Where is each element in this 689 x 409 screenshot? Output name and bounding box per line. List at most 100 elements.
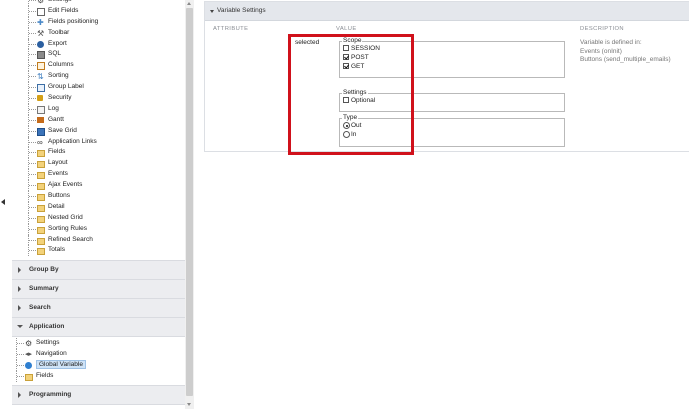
tree-item-label: Nested Grid <box>48 213 83 221</box>
tree-connector <box>28 5 37 17</box>
folder-icon <box>37 150 45 158</box>
tree-connector <box>28 201 37 213</box>
tree-item[interactable]: Fields <box>14 370 184 382</box>
chevron-right-icon <box>18 267 21 273</box>
folder-icon <box>37 248 45 256</box>
section-summary[interactable]: Summary <box>12 279 185 299</box>
tree-item[interactable]: Fields <box>26 147 186 159</box>
tree-connector <box>28 223 37 235</box>
tree-item[interactable]: Gantt <box>26 114 186 126</box>
folder-icon <box>25 373 33 381</box>
scroll-down-icon[interactable] <box>187 403 191 406</box>
tree-connector <box>28 103 37 115</box>
folder-icon <box>37 172 45 180</box>
tree-item-label: Save Grid <box>48 126 77 134</box>
tree-item[interactable]: Layout <box>26 158 186 170</box>
tree-item[interactable]: Export <box>26 38 186 50</box>
tree-item[interactable]: Events <box>26 169 186 181</box>
section-title: Group By <box>29 266 59 273</box>
tree-item-label: Settings <box>36 339 60 346</box>
tree-item[interactable]: Security <box>26 93 186 104</box>
description-line: Events (onInit) <box>580 47 622 55</box>
tree-connector <box>28 114 37 126</box>
edit-icon <box>37 7 45 16</box>
tree-item[interactable]: Detail <box>26 201 186 213</box>
tree-item-label: Toolbar <box>48 28 70 36</box>
scrollbar-thumb[interactable] <box>186 8 193 396</box>
tree-connector <box>16 359 25 371</box>
tree-item[interactable]: Group Label <box>26 82 186 94</box>
tree-item-label: Security <box>48 94 72 102</box>
tree-item-label: Sorting <box>48 72 69 80</box>
tree-item[interactable]: ⚒ Toolbar <box>26 27 186 39</box>
tree-item[interactable]: Ajax Events <box>26 180 186 192</box>
tree-item-label: Log <box>48 104 59 112</box>
tree-item-label: Layout <box>48 159 68 167</box>
link-icon: ∞ <box>37 137 43 147</box>
tree-item[interactable]: Edit Fields <box>26 5 186 17</box>
tree-connector <box>28 27 37 39</box>
section-application[interactable]: Application <box>12 317 185 337</box>
scroll-up-icon[interactable] <box>187 2 191 5</box>
folder-icon <box>37 204 45 212</box>
tree-item[interactable]: Sorting Rules <box>26 223 186 235</box>
gear-icon: ⚙ <box>25 339 33 348</box>
tree-item[interactable]: SQL <box>26 49 186 61</box>
folder-icon <box>37 215 45 223</box>
tree-item-label: Application Links <box>48 137 97 145</box>
section-programming[interactable]: Programming <box>12 385 185 405</box>
save-icon <box>37 127 45 136</box>
highlight-box <box>288 34 414 155</box>
tree-connector <box>28 158 37 170</box>
variable-settings-panel: Variable Settings ATTRIBUTE VALUE DESCRI… <box>204 1 689 152</box>
tree-item[interactable]: Log <box>26 103 186 115</box>
tree-item[interactable]: Totals <box>26 245 186 257</box>
tree-item-label: Edit Fields <box>48 6 79 14</box>
tree-item[interactable]: ⚙Settings <box>14 338 184 349</box>
tree-item-label: Fields <box>36 371 54 379</box>
columns-icon <box>37 62 45 71</box>
sidebar-scrollbar[interactable] <box>185 0 194 409</box>
chevron-down-icon <box>210 10 214 13</box>
tree-item[interactable]: ✚ Fields positioning <box>26 16 186 28</box>
tree-item-label: Buttons <box>48 192 71 200</box>
section-title: Summary <box>29 285 59 292</box>
tree-item[interactable]: Columns <box>26 60 186 72</box>
tree-connector <box>28 169 37 181</box>
tree-item-label: Refined Search <box>48 235 93 243</box>
sidebar-tree: ⚙Settings Edit Fields ✚Fields positioning⚒… <box>26 0 186 257</box>
tree-connector <box>28 245 37 257</box>
log-icon <box>37 105 45 114</box>
tree-item[interactable]: ⇅ Sorting <box>26 71 186 83</box>
gear-icon: ⚙ <box>37 0 45 5</box>
panel-header[interactable]: Variable Settings <box>205 2 689 21</box>
chevron-right-icon <box>18 286 21 292</box>
folder-icon <box>37 226 45 234</box>
tree-item[interactable]: Save Grid <box>26 125 186 137</box>
tree-item[interactable]: Refined Search <box>26 234 186 246</box>
tree-item-label: Export <box>48 39 67 47</box>
tree-connector <box>28 82 37 94</box>
tree-item[interactable]: Buttons <box>26 191 186 202</box>
column-value: VALUE <box>336 26 357 32</box>
section-group-by[interactable]: Group By <box>12 260 185 280</box>
tree-item[interactable]: Global Variable <box>14 359 184 371</box>
tree-item-label: Settings <box>48 0 72 3</box>
tree-item-label: Group Label <box>48 83 84 91</box>
tree-item-label: Navigation <box>36 349 67 357</box>
collapse-arrow-icon[interactable] <box>1 199 5 205</box>
tree-item-label: SQL <box>48 50 62 58</box>
tree-item-label: Global Variable <box>36 359 86 369</box>
tree-item[interactable]: Nested Grid <box>26 212 186 224</box>
section-search[interactable]: Search <box>12 298 185 318</box>
sql-icon <box>37 51 45 60</box>
tree-item[interactable]: ∞ Application Links <box>26 136 186 148</box>
collapse-strip[interactable] <box>0 0 12 409</box>
tree-item-label: Ajax Events <box>48 181 83 189</box>
tree-item[interactable]: ◂▸ Navigation <box>14 348 184 360</box>
tree-connector <box>28 180 37 192</box>
tree-connector <box>28 191 37 202</box>
folder-icon <box>37 161 45 169</box>
lock-icon <box>37 95 43 102</box>
chevron-down-icon <box>17 325 23 328</box>
